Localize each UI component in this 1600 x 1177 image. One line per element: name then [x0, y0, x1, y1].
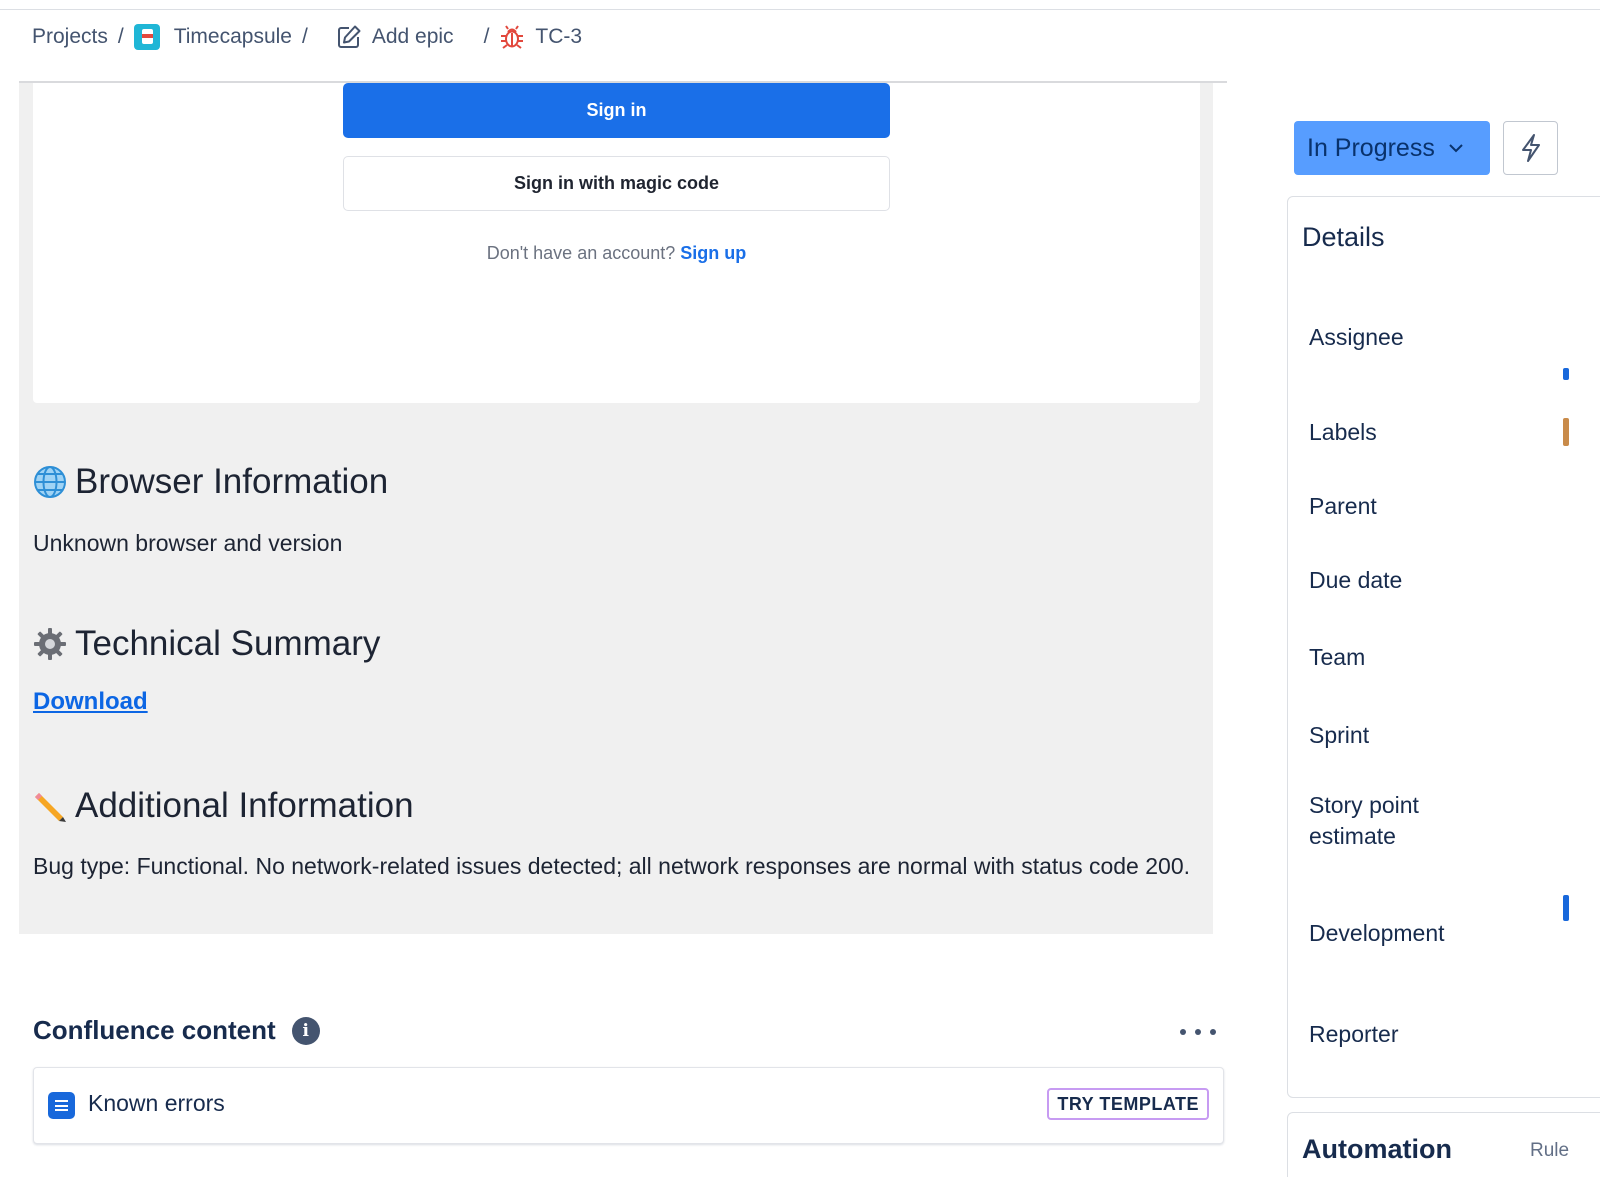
- gear-icon: [34, 628, 66, 660]
- screenshot-signup-line: Don't have an account? Sign up: [343, 243, 890, 264]
- download-link[interactable]: Download: [33, 688, 148, 716]
- field-label-sprint: Sprint: [1309, 722, 1370, 748]
- technical-summary-heading-text: Technical Summary: [75, 624, 381, 663]
- field-label-parent: Parent: [1309, 493, 1377, 519]
- field-label-story-points: Story point estimate: [1309, 792, 1419, 849]
- breadcrumb-project[interactable]: Timecapsule: [133, 24, 292, 50]
- status-dropdown[interactable]: In Progress: [1294, 121, 1490, 175]
- labels-value-edge[interactable]: [1563, 418, 1569, 446]
- breadcrumb-issue[interactable]: TC-3: [499, 24, 582, 50]
- breadcrumb-projects[interactable]: Projects: [32, 25, 108, 49]
- details-title: Details: [1302, 222, 1385, 252]
- field-label-team: Team: [1309, 644, 1366, 670]
- field-label-development: Development: [1309, 920, 1445, 946]
- lightning-icon: [1521, 134, 1540, 162]
- automation-actions-button[interactable]: [1503, 121, 1558, 175]
- automation-title: Automation: [1302, 1134, 1452, 1164]
- breadcrumb-add-epic-label: Add epic: [371, 25, 454, 48]
- top-divider: [0, 9, 1600, 10]
- confluence-page-icon: [48, 1092, 75, 1119]
- confluence-item-card[interactable]: Known errors TRY TEMPLATE: [33, 1067, 1224, 1144]
- confluence-title-text: Confluence content: [33, 1015, 276, 1045]
- breadcrumb-separator: /: [301, 25, 308, 48]
- browser-info-heading-text: Browser Information: [75, 462, 389, 501]
- additional-info-heading-text: Additional Information: [75, 786, 414, 825]
- breadcrumb-project-label: Timecapsule: [173, 25, 292, 48]
- breadcrumb-separator: /: [483, 25, 490, 48]
- additional-info-heading: Additional Information: [33, 786, 414, 826]
- more-actions-icon[interactable]: [1180, 1020, 1216, 1044]
- project-avatar-icon: [133, 24, 160, 50]
- bug-icon: [501, 25, 524, 49]
- confluence-item-label: Known errors: [88, 1090, 225, 1116]
- automation-rules-label: Rule: [1530, 1140, 1570, 1161]
- confluence-section-title: Confluence content i: [33, 1015, 320, 1046]
- status-label: In Progress: [1307, 133, 1435, 162]
- assignee-value-edge[interactable]: [1563, 368, 1569, 380]
- development-value-edge[interactable]: [1563, 895, 1569, 921]
- screenshot-sign-in-button: Sign in: [343, 83, 890, 138]
- field-label-reporter: Reporter: [1309, 1021, 1399, 1047]
- try-template-button[interactable]: TRY TEMPLATE: [1047, 1088, 1209, 1120]
- field-label-labels: Labels: [1309, 419, 1377, 445]
- screenshot-sign-up-link: Sign up: [680, 243, 747, 263]
- browser-info-text: Unknown browser and version: [33, 530, 343, 556]
- chevron-down-icon: [1449, 144, 1463, 153]
- field-label-due-date: Due date: [1309, 567, 1403, 593]
- info-icon[interactable]: i: [291, 1016, 320, 1045]
- breadcrumb-add-epic[interactable]: Add epic: [336, 24, 454, 50]
- globe-icon: [34, 466, 66, 498]
- additional-info-text: Bug type: Functional. No network-related…: [33, 853, 1190, 879]
- field-label-assignee: Assignee: [1309, 324, 1404, 350]
- breadcrumb-issue-key: TC-3: [535, 25, 583, 48]
- browser-info-heading: Browser Information: [33, 462, 388, 502]
- pencil-icon: [35, 793, 66, 822]
- edit-icon: [337, 25, 361, 48]
- breadcrumb: Projects / Timecapsule / Add epic / TC-3: [32, 22, 582, 52]
- no-account-text: Don't have an account?: [486, 243, 676, 263]
- breadcrumb-separator: /: [117, 25, 124, 48]
- screenshot-magic-code-button: Sign in with magic code: [343, 156, 890, 211]
- technical-summary-heading: Technical Summary: [33, 624, 380, 664]
